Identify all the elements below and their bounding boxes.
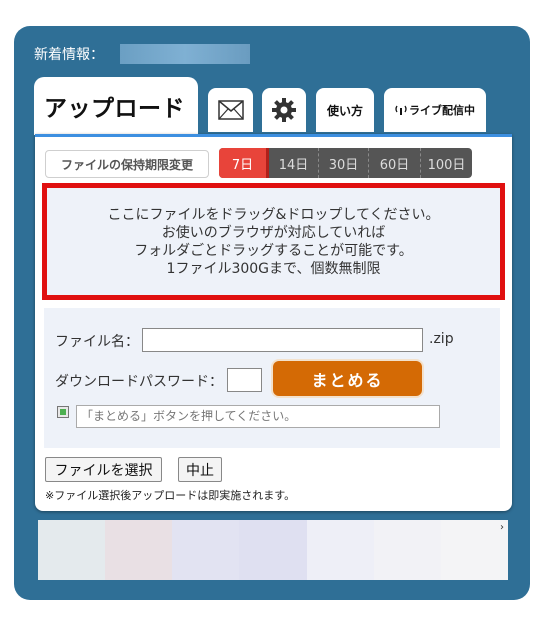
mail-icon [217,100,244,120]
zip-suffix: .zip [429,331,454,347]
status-field: 「まとめる」ボタンを押してください。 [76,405,440,428]
tab-help-label: 使い方 [326,103,363,118]
dropzone-line: 1ファイル300Gまで、個数無制限 [166,260,381,277]
period-7-days[interactable]: 7日 [219,148,269,178]
stop-button[interactable]: 中止 [178,457,222,482]
period-30-days[interactable]: 30日 [319,148,369,178]
filename-label: ファイル名： [55,334,139,350]
dropzone-line: お使いのブラウザが対応していれば [161,224,386,241]
password-label: ダウンロードパスワード： [55,374,223,390]
tab-mail[interactable] [208,88,253,132]
file-dropzone[interactable]: ここにファイルをドラッグ&ドロップしてください。 お使いのブラウザが対応していれ… [42,183,505,300]
note-icon [57,406,69,418]
gear-icon [272,98,296,122]
retention-change-button[interactable]: ファイルの保持期限変更 [45,150,209,178]
period-100-days[interactable]: 100日 [421,148,472,178]
tab-settings[interactable] [262,88,306,132]
tab-live[interactable]: ライブ配信中 [384,88,486,132]
dropzone-line: ここにファイルをドラッグ&ドロップしてください。 [107,206,440,223]
upload-footnote: ※ファイル選択後アップロードは即実施されます。 [45,489,296,502]
broadcast-icon [395,105,407,115]
ad-close-icon[interactable]: › [500,522,504,533]
tab-help[interactable]: 使い方 [316,88,374,132]
news-ticker[interactable] [120,44,250,64]
period-14-days[interactable]: 14日 [269,148,319,178]
tab-upload[interactable]: アップロード [34,77,198,135]
bundle-button[interactable]: まとめる [273,361,422,396]
period-60-days[interactable]: 60日 [369,148,421,178]
retention-period-selector: 7日 14日 30日 60日 100日 [219,148,472,178]
ad-banner[interactable] [38,520,508,580]
select-file-button[interactable]: ファイルを選択 [45,457,162,482]
news-label: 新着情報： [34,47,104,63]
dropzone-line: フォルダごとドラッグすることが可能です。 [134,242,413,259]
tab-upload-label: アップロード [44,96,185,122]
password-input[interactable] [227,368,262,392]
tab-live-label: ライブ配信中 [409,104,475,117]
filename-input[interactable] [142,328,423,352]
